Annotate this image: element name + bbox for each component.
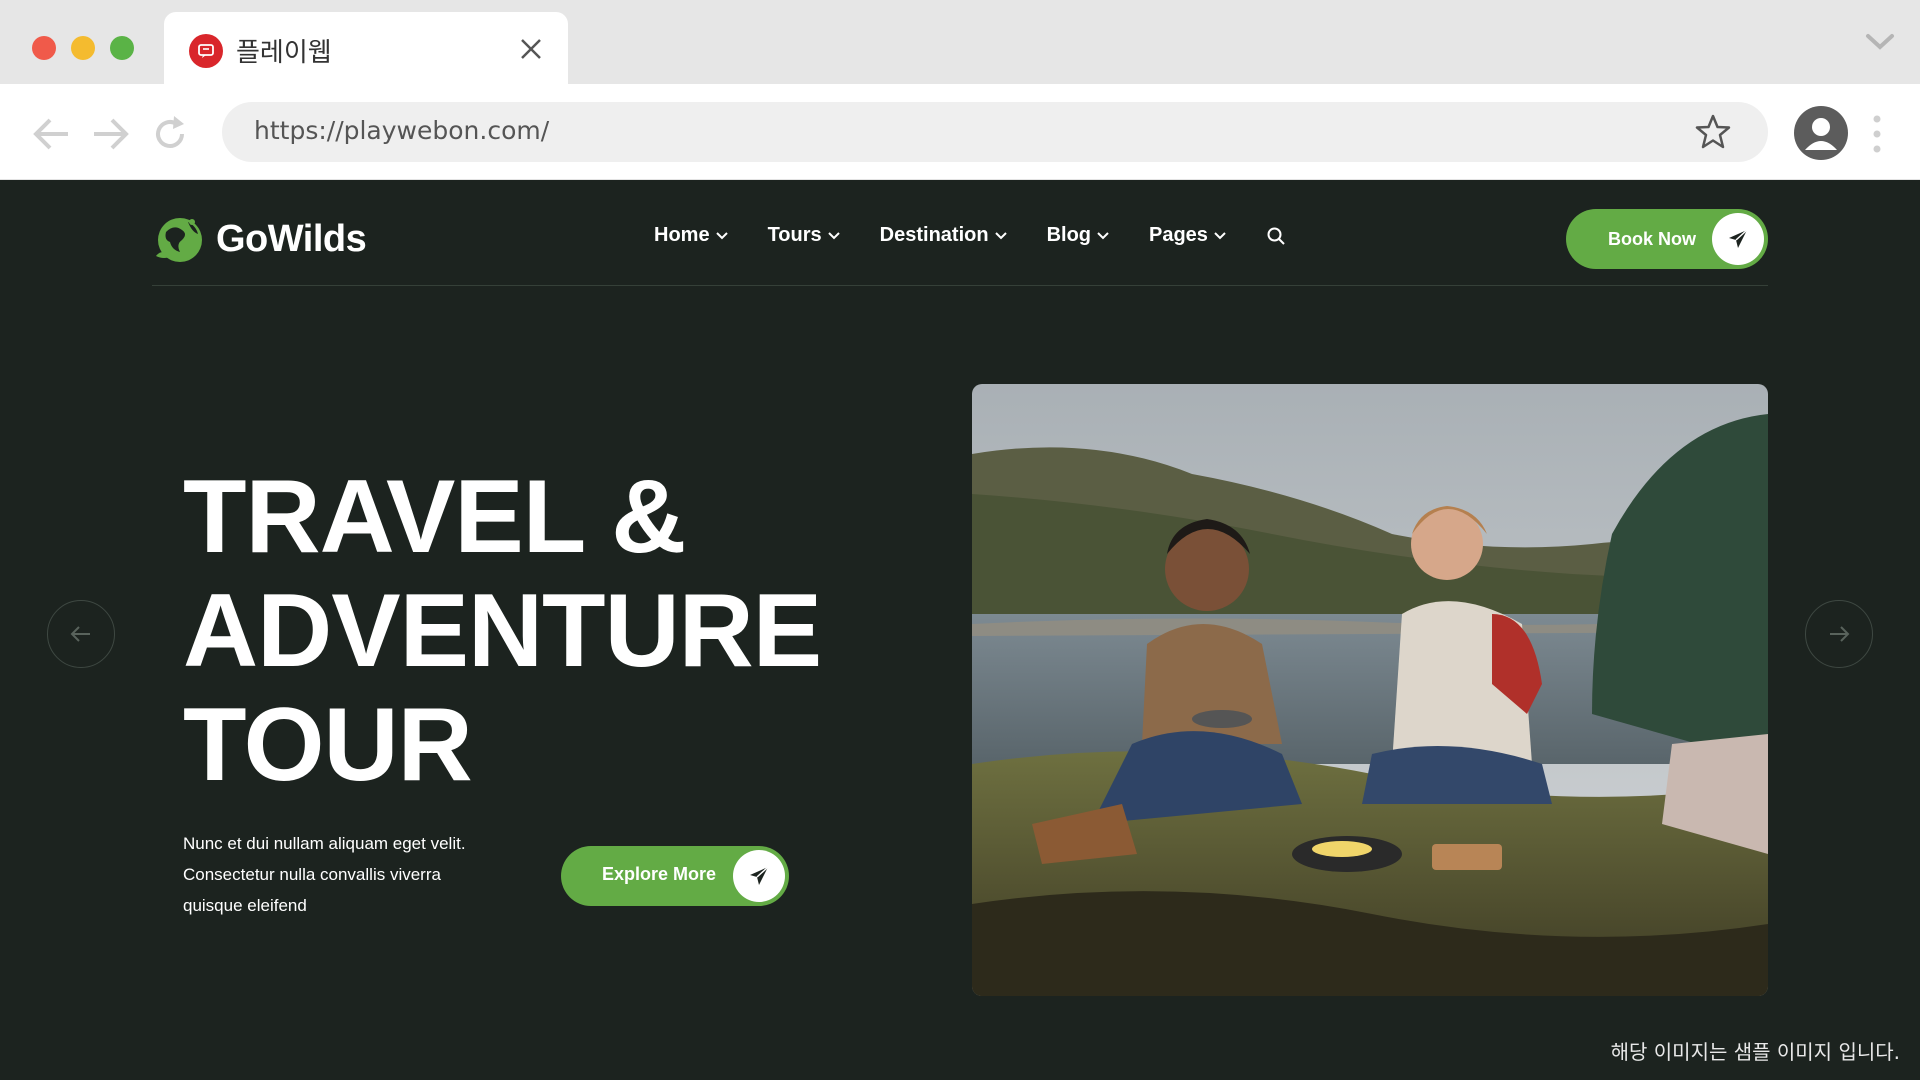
browser-tab[interactable]: 플레이웹 [164,12,568,84]
slider-prev-button[interactable] [47,600,115,668]
hero-description: Nunc et dui nullam aliquam eget velit. C… [183,834,466,915]
browser-menu-icon[interactable] [1872,114,1882,154]
nav-item-tours[interactable]: Tours [768,224,840,247]
site-header: GoWilds Home Tours Destination Blog Page… [152,180,1768,286]
chevron-down-icon [994,231,1007,239]
book-now-button[interactable]: Book Now [1566,209,1768,269]
forward-arrow-icon[interactable] [88,112,132,156]
chevron-down-icon [1214,231,1226,239]
nav-label: Pages [1149,224,1208,246]
hero-title-line: ADVENTURE [183,573,822,689]
brand-name: GoWilds [216,217,367,260]
chevron-down-icon [1097,231,1109,239]
nav-item-home[interactable]: Home [654,224,728,247]
hero-title-line: TOUR [183,687,473,803]
back-arrow-icon[interactable] [30,112,74,156]
url-bar[interactable]: https://playwebon.com/ [222,102,1768,162]
sample-image-notice: 해당 이미지는 샘플 이미지 입니다. [1610,1040,1900,1064]
chevron-down-icon[interactable] [1862,30,1898,54]
slider-next-button[interactable] [1805,600,1873,668]
maximize-window-button[interactable] [110,36,134,60]
globe-logo-icon [156,218,202,262]
bookmark-star-icon[interactable] [1694,113,1732,151]
nav-item-destination[interactable]: Destination [880,224,1007,247]
reload-icon[interactable] [148,112,192,156]
book-now-label: Book Now [1608,228,1696,249]
paper-plane-icon [733,850,785,902]
site-logo[interactable]: GoWilds [152,212,367,266]
explore-more-label: Explore More [602,864,717,884]
explore-more-button[interactable]: Explore More [561,846,789,906]
hero-photo [972,384,1768,996]
hero-title-line: TRAVEL & [183,459,686,575]
chevron-down-icon [827,231,840,239]
nav-item-pages[interactable]: Pages [1149,224,1226,247]
hero-title: TRAVEL & ADVENTURE TOUR [183,459,822,803]
search-icon[interactable] [1266,226,1286,246]
profile-avatar-icon[interactable] [1794,106,1848,160]
paper-plane-icon [1712,213,1764,265]
nav-label: Destination [879,224,989,246]
website-viewport: GoWilds Home Tours Destination Blog Page… [0,180,1920,1080]
nav-label: Tours [767,224,822,246]
arrow-right-icon [1830,626,1850,642]
browser-tab-bar: 플레이웹 [0,0,1920,84]
nav-label: Home [654,224,710,246]
url-text[interactable]: https://playwebon.com/ [254,116,549,145]
arrow-left-icon [70,626,90,642]
address-bar-row: https://playwebon.com/ [0,84,1920,180]
minimize-window-button[interactable] [71,36,95,60]
close-tab-icon[interactable] [516,34,546,64]
close-window-button[interactable] [32,36,56,60]
main-nav: Home Tours Destination Blog Pages [654,224,1286,247]
favicon-icon [189,34,223,68]
chevron-down-icon [715,231,728,239]
tab-title: 플레이웹 [236,38,332,68]
nav-item-blog[interactable]: Blog [1047,224,1109,247]
nav-label: Blog [1046,224,1091,246]
